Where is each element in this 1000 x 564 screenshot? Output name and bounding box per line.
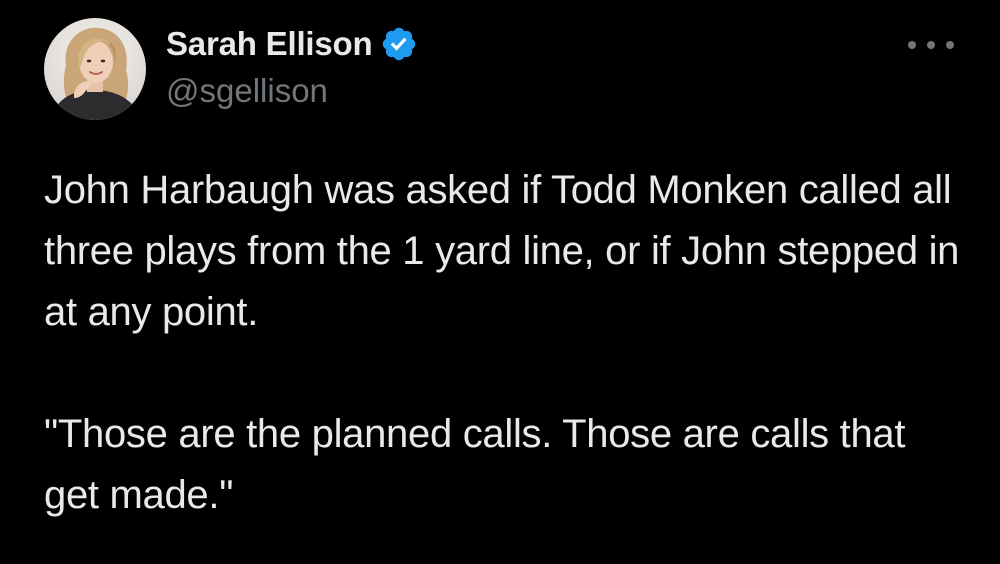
author-handle[interactable]: @sgellison [166, 72, 328, 110]
avatar[interactable] [44, 18, 146, 120]
author-name-row: Sarah Ellison [166, 22, 418, 66]
tweet-text: John Harbaugh was asked if Todd Monken c… [44, 160, 964, 526]
tweet-card: Sarah Ellison @sgellison John Harbaugh w… [0, 0, 1000, 564]
tweet-paragraph: John Harbaugh was asked if Todd Monken c… [44, 168, 960, 334]
more-dot [927, 41, 935, 49]
tweet-paragraph: "Those are the planned calls. Those are … [44, 412, 906, 517]
profile-photo-icon [44, 18, 146, 120]
more-options-icon[interactable] [908, 32, 954, 58]
author-display-name[interactable]: Sarah Ellison [166, 25, 373, 63]
verified-badge-icon [380, 25, 418, 63]
more-dot [946, 41, 954, 49]
more-dot [908, 41, 916, 49]
